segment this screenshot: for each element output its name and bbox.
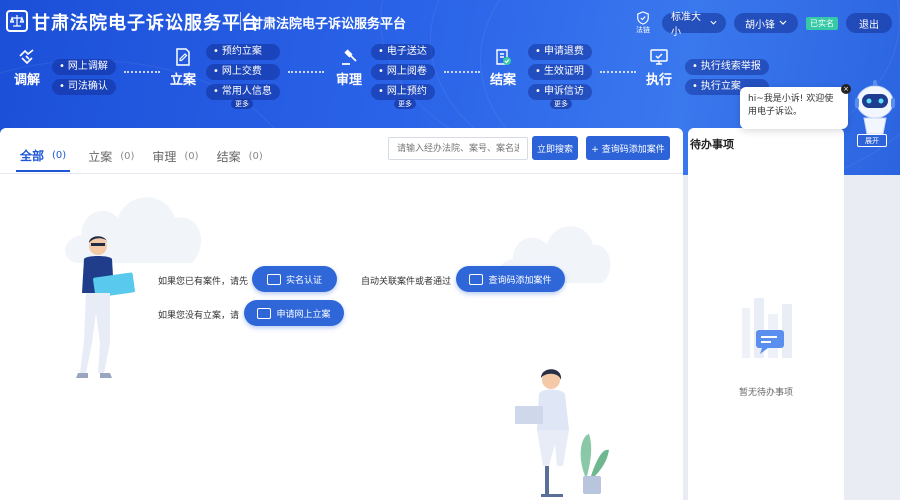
link-clue-report[interactable]: 执行线索举报 — [685, 59, 769, 75]
logout-button[interactable]: 退出 — [846, 13, 892, 33]
search-label: 立即搜索 — [536, 144, 573, 155]
link-online-mediation[interactable]: 网上调解 — [52, 59, 116, 75]
tab-count: (0) — [52, 149, 67, 161]
stage-closing[interactable]: 结案 — [490, 47, 516, 88]
font-size-label: 标准大小 — [671, 12, 701, 38]
court-logo-icon[interactable] — [6, 10, 28, 32]
user-name: 胡小锋 — [745, 19, 775, 31]
apply-online-filing-button[interactable]: 申请网上立案 — [244, 300, 344, 326]
assistant-speech-bubble: hi~我是小诉! 欢迎使用电子诉讼。 × — [740, 84, 851, 129]
realname-label: 实名认证 — [285, 275, 322, 286]
link-online-booking[interactable]: 网上预约 — [371, 84, 435, 100]
add-case-by-code-button[interactable]: + 查询码添加案件 — [586, 136, 670, 160]
top-right-toolbar: 法链 标准大小 胡小锋 已实名 退出 — [632, 11, 892, 38]
chevron-down-icon — [710, 20, 717, 25]
link-petition[interactable]: 申诉信访 — [528, 84, 592, 100]
closing-more-link[interactable]: 更多 — [550, 99, 572, 109]
link-effective-proof[interactable]: 生效证明 — [528, 64, 592, 80]
blockchain-shield-icon[interactable]: 法链 — [632, 11, 654, 35]
case-list-card: 全部 (0) 立案 (0) 审理 (0) 结案 (0) 如果您已有案件，请先 实… — [0, 128, 683, 500]
closing-links: 申请退费 生效证明 申诉信访 — [528, 44, 592, 100]
apply-label: 申请网上立案 — [276, 309, 331, 320]
tab-filing[interactable]: 立案 (0) — [88, 140, 134, 172]
process-connector — [600, 71, 636, 73]
tab-label: 全部 — [20, 148, 45, 163]
assistant-greeting: hi~我是小诉! 欢迎使用电子诉讼。 — [748, 94, 834, 117]
search-button[interactable]: 立即搜索 — [532, 136, 578, 160]
filing-links: 预约立案 网上交费 常用人信息 — [206, 44, 280, 100]
link-book-filing[interactable]: 预约立案 — [206, 44, 280, 60]
existing-case-text: 如果您已有案件，请先 — [158, 277, 249, 287]
tabs-divider — [0, 173, 683, 174]
handshake-icon — [19, 49, 34, 65]
todo-title: 待办事项 — [690, 138, 734, 151]
robot-assistant-icon[interactable] — [852, 78, 898, 136]
assistant-expand-button[interactable]: 展开 — [857, 134, 887, 147]
process-connector — [124, 71, 160, 73]
verified-badge: 已实名 — [806, 16, 838, 30]
link-online-reading[interactable]: 网上阅卷 — [371, 64, 435, 80]
case-search-input[interactable] — [388, 137, 528, 160]
id-card-icon — [266, 273, 281, 285]
tab-label: 审理 — [152, 149, 177, 164]
empty-chat-icon — [742, 298, 792, 358]
tab-count: (0) — [120, 150, 135, 162]
link-e-delivery[interactable]: 电子送达 — [371, 44, 435, 60]
query-code-add-button[interactable]: 查询码添加案件 — [456, 266, 565, 292]
add-case-label: + 查询码添加案件 — [591, 144, 665, 155]
font-size-select[interactable]: 标准大小 — [662, 12, 726, 38]
site-title[interactable]: 甘肃法院电子诉讼服务平台 — [32, 9, 260, 35]
case-closed-icon — [496, 49, 511, 65]
trial-links: 电子送达 网上阅卷 网上预约 — [371, 44, 435, 100]
case-tabs: 全部 (0) 立案 (0) 审理 (0) 结案 (0) — [16, 140, 281, 172]
stage-mediation[interactable]: 调解 — [14, 47, 40, 88]
stage-trial[interactable]: 审理 — [336, 47, 362, 88]
tab-trial[interactable]: 审理 (0) — [152, 140, 198, 172]
tab-count: (0) — [248, 150, 263, 162]
tab-all[interactable]: 全部 (0) — [16, 140, 71, 172]
link-judicial-confirm[interactable]: 司法确认 — [52, 79, 116, 95]
monitor-icon — [650, 49, 668, 65]
mediation-links: 网上调解 司法确认 — [52, 59, 116, 95]
chevron-down-icon — [779, 20, 787, 25]
tab-label: 结案 — [216, 149, 241, 164]
stage-filing[interactable]: 立案 — [170, 47, 196, 88]
auto-link-text: 自动关联案件或者通过 — [361, 277, 452, 287]
process-connector — [288, 71, 324, 73]
file-edit-icon — [176, 48, 190, 66]
todo-empty-text: 暂无待办事项 — [738, 388, 793, 398]
query-code-label: 查询码添加案件 — [488, 275, 552, 286]
shield-label: 法链 — [636, 26, 650, 34]
process-connector — [444, 71, 480, 73]
link-online-payment[interactable]: 网上交费 — [206, 64, 280, 80]
realname-verify-button[interactable]: 实名认证 — [252, 266, 337, 292]
tab-label: 立案 — [88, 149, 113, 164]
gavel-icon — [342, 49, 357, 65]
todo-panel: 待办事项 暂无待办事项 — [688, 128, 844, 500]
tab-closed[interactable]: 结案 (0) — [217, 140, 263, 172]
close-icon[interactable]: × — [841, 84, 851, 94]
upload-monitor-icon — [257, 307, 272, 319]
tab-count: (0) — [184, 150, 199, 162]
person-laptop-illustration-icon — [515, 369, 609, 497]
trial-more-link[interactable]: 更多 — [394, 99, 416, 109]
title-divider — [240, 12, 241, 30]
link-refund-request[interactable]: 申请退费 — [528, 44, 592, 60]
logout-label: 退出 — [859, 19, 879, 31]
link-contacts-info[interactable]: 常用人信息 — [206, 84, 280, 100]
site-subtitle: 甘肃法院电子诉讼服务平台 — [250, 17, 407, 32]
person-tablet-illustration-icon — [76, 236, 135, 378]
expand-label: 展开 — [865, 136, 879, 145]
user-menu[interactable]: 胡小锋 — [734, 13, 798, 33]
no-case-text: 如果您没有立案，请 — [158, 311, 240, 321]
stage-execution[interactable]: 执行 — [646, 47, 672, 88]
barcode-icon — [469, 273, 484, 285]
filing-more-link[interactable]: 更多 — [231, 99, 253, 109]
